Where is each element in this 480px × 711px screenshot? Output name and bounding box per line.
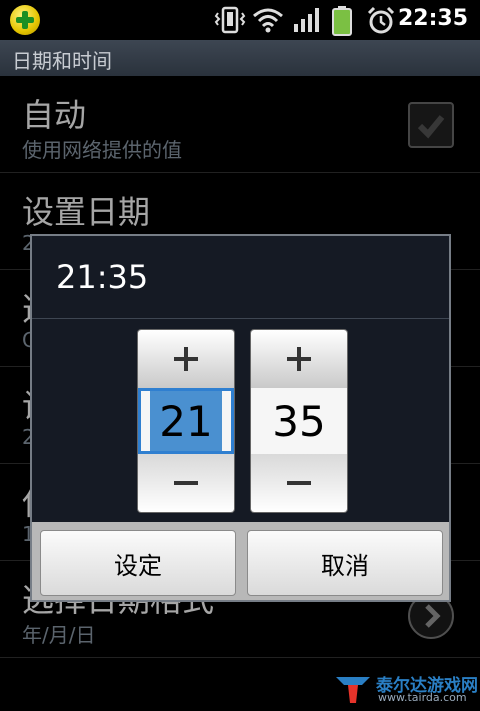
plus-icon xyxy=(174,347,198,371)
minute-decrement-button[interactable] xyxy=(251,454,347,512)
minute-value[interactable]: 35 xyxy=(251,388,347,454)
status-bar: 22:35 xyxy=(0,0,480,40)
minute-increment-button[interactable] xyxy=(251,330,347,388)
set-button[interactable]: 设定 xyxy=(40,530,236,596)
watermark-url: www.tairda.com xyxy=(378,691,467,704)
title-bar: 日期和时间 xyxy=(0,40,480,76)
battery-icon xyxy=(332,6,352,36)
signal-icon xyxy=(294,8,319,32)
watermark-logo-icon xyxy=(336,677,370,703)
cancel-button[interactable]: 取消 xyxy=(247,530,443,596)
hour-decrement-button[interactable] xyxy=(138,454,234,512)
alarm-icon xyxy=(367,6,395,34)
dialog-title: 21:35 xyxy=(56,258,149,296)
minus-icon xyxy=(174,481,198,485)
minus-icon xyxy=(287,481,311,485)
dialog-divider xyxy=(32,318,449,319)
watermark: 泰尔达游戏网 www.tairda.com xyxy=(334,671,478,707)
vibrate-icon xyxy=(214,6,246,34)
hour-increment-button[interactable] xyxy=(138,330,234,388)
time-picker-dialog: 21:35 21 35 设定 取消 xyxy=(30,234,451,602)
wifi-icon xyxy=(253,8,283,33)
hour-picker: 21 xyxy=(138,330,234,512)
add-app-icon[interactable] xyxy=(10,5,40,35)
hour-value[interactable]: 21 xyxy=(138,388,234,454)
status-clock: 22:35 xyxy=(397,6,468,31)
dialog-footer: 设定 取消 xyxy=(32,522,449,600)
plus-icon xyxy=(287,347,311,371)
minute-picker: 35 xyxy=(251,330,347,512)
page-title: 日期和时间 xyxy=(12,49,112,73)
